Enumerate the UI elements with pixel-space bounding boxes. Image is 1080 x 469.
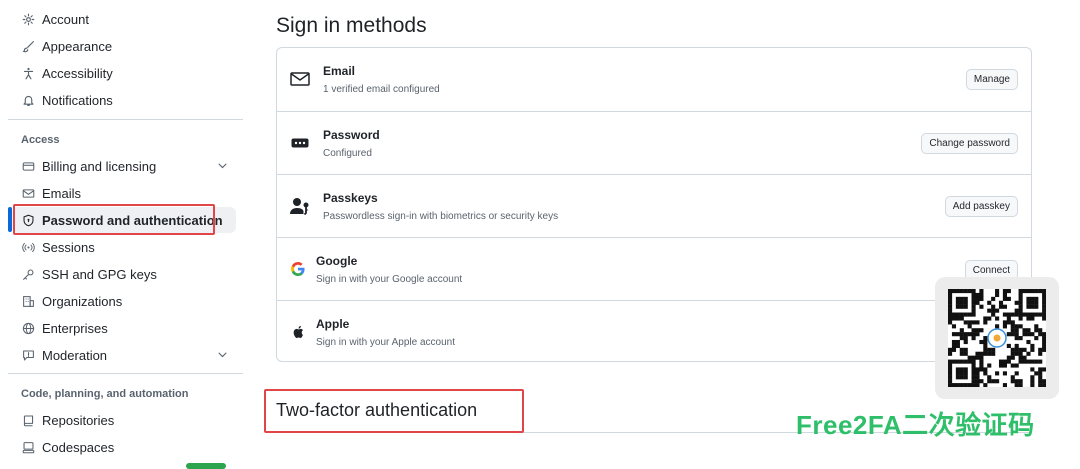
codespaces-icon: [21, 440, 35, 454]
sidebar-item-label: Notifications: [42, 92, 113, 108]
report-icon: [21, 348, 35, 362]
bell-icon: [21, 93, 35, 107]
passkey-icon: [290, 197, 310, 215]
watermark-text: Free2FA二次验证码: [796, 410, 1035, 440]
sidebar-item-notifications[interactable]: Notifications: [12, 87, 236, 113]
status-pill: [186, 463, 226, 469]
sidebar-item-label: Enterprises: [42, 320, 108, 336]
paintbrush-icon: [21, 39, 35, 53]
sidebar-item-label: Accessibility: [42, 65, 113, 81]
sidebar-item-label: Account: [42, 11, 89, 27]
key-icon: [21, 267, 35, 281]
add-passkey-button[interactable]: Add passkey: [944, 196, 1018, 217]
qr-code-watermark: [935, 277, 1059, 399]
sidebar-item-organizations[interactable]: Organizations: [12, 288, 236, 314]
google-icon: [288, 260, 308, 278]
sign-in-method-apple: Apple Sign in with your Apple account: [277, 300, 1031, 364]
sidebar-item-label: Repositories: [42, 412, 115, 428]
sign-in-method-google: Google Sign in with your Google account …: [277, 237, 1031, 301]
sign-in-method-password: Password Configured Change password: [277, 111, 1031, 175]
sidebar-item-ssh-gpg[interactable]: SSH and GPG keys: [12, 261, 236, 287]
sidebar-item-label: Emails: [42, 185, 82, 201]
broadcast-icon: [21, 240, 35, 254]
chevron-down-icon[interactable]: [217, 348, 228, 363]
sidebar-heading-code: Code, planning, and automation: [21, 388, 189, 400]
sidebar-divider: [8, 119, 243, 120]
method-subtitle: Passwordless sign-in with biometrics or …: [323, 211, 559, 222]
mail-icon: [21, 186, 35, 200]
repo-icon: [21, 413, 35, 427]
manage-button[interactable]: Manage: [965, 69, 1018, 90]
sidebar-item-appearance[interactable]: Appearance: [12, 33, 236, 59]
sidebar-item-repositories[interactable]: Repositories: [12, 407, 236, 433]
sidebar-item-billing[interactable]: Billing and licensing: [12, 153, 236, 179]
highlight-box-sidebar: [13, 204, 215, 235]
sidebar-heading-access: Access: [21, 134, 60, 146]
sidebar-item-accessibility[interactable]: Accessibility: [12, 60, 236, 86]
sign-in-method-email: Email 1 verified email configured Manage: [277, 48, 1031, 111]
method-title: Passkeys: [323, 191, 378, 205]
sidebar-item-label: Sessions: [42, 239, 95, 255]
sidebar-item-label: Organizations: [42, 293, 123, 309]
method-title: Password: [323, 128, 380, 142]
settings-sidebar: Account Appearance Accessibility Notific…: [0, 0, 250, 469]
sidebar-item-enterprises[interactable]: Enterprises: [12, 315, 236, 341]
method-subtitle: Sign in with your Google account: [316, 274, 463, 285]
sidebar-item-label: Moderation: [42, 347, 108, 363]
sidebar-item-label: SSH and GPG keys: [42, 266, 157, 282]
sidebar-item-label: Appearance: [42, 38, 113, 54]
sidebar-item-label: Billing and licensing: [42, 158, 157, 174]
sign-in-method-passkeys: Passkeys Passwordless sign-in with biome…: [277, 174, 1031, 238]
method-title: Email: [323, 64, 356, 78]
sidebar-item-account[interactable]: Account: [12, 6, 236, 32]
apple-icon: [288, 323, 308, 341]
sidebar-item-label: Codespaces: [42, 439, 115, 455]
qr-code-icon: [948, 289, 1047, 388]
chevron-down-icon[interactable]: [217, 159, 228, 174]
organization-icon: [21, 294, 35, 308]
highlight-box-two-factor: [264, 389, 524, 433]
method-title: Apple: [316, 317, 350, 331]
sidebar-item-emails[interactable]: Emails: [12, 180, 236, 206]
globe-icon: [21, 321, 35, 335]
method-title: Google: [316, 254, 358, 268]
gear-icon: [21, 12, 35, 26]
sidebar-item-sessions[interactable]: Sessions: [12, 234, 236, 260]
sidebar-divider: [8, 373, 243, 374]
method-subtitle: 1 verified email configured: [323, 84, 440, 95]
credit-card-icon: [21, 159, 35, 173]
method-subtitle: Configured: [323, 148, 372, 159]
sign-in-methods-list: Email 1 verified email configured Manage…: [276, 47, 1032, 362]
sidebar-item-moderation[interactable]: Moderation: [12, 342, 236, 368]
page-title: Sign in methods: [276, 14, 427, 37]
change-password-button[interactable]: Change password: [921, 133, 1018, 154]
accessibility-icon: [21, 66, 35, 80]
sidebar-item-codespaces[interactable]: Codespaces: [12, 434, 236, 460]
method-subtitle: Sign in with your Apple account: [316, 337, 455, 348]
mail-icon: [290, 70, 310, 88]
password-icon: [290, 134, 310, 152]
